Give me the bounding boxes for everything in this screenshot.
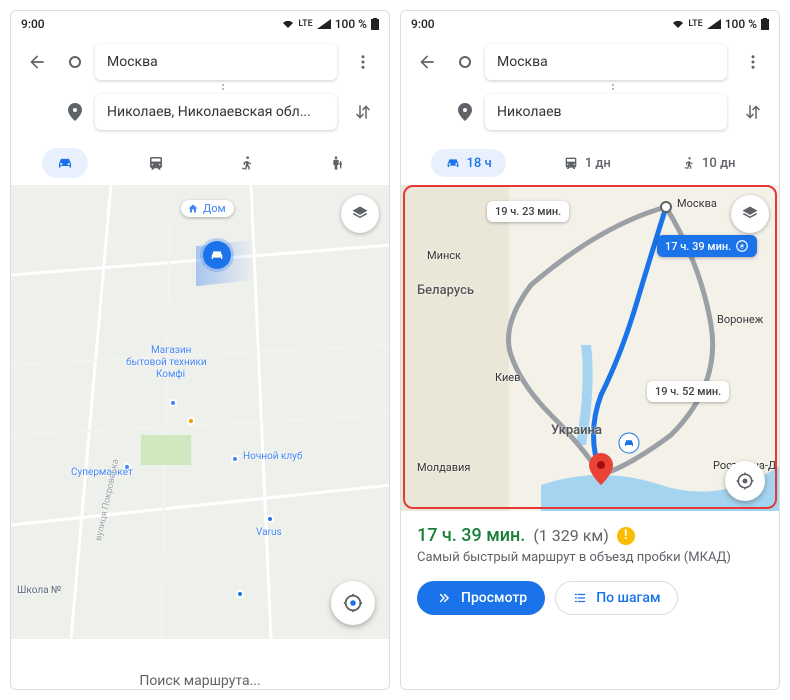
svg-text:₴: ₴ <box>740 242 744 250</box>
poi-dot[interactable] <box>187 417 195 425</box>
directions-header: Москва Николаев <box>401 37 779 141</box>
mode-drive[interactable] <box>42 148 88 178</box>
destination-marker-icon <box>453 103 477 121</box>
layers-button[interactable] <box>341 195 379 233</box>
poi-dot[interactable] <box>266 515 274 523</box>
mode-rideshare[interactable] <box>314 148 358 178</box>
status-icons: LTE 100 % <box>672 17 769 31</box>
status-time: 9:00 <box>21 17 45 31</box>
status-battery: 100 % <box>335 17 367 31</box>
city-label: Молдавия <box>417 461 470 474</box>
mode-walk[interactable] <box>225 148 269 178</box>
chevrons-icon <box>435 591 453 605</box>
swap-button[interactable] <box>735 103 771 121</box>
origin-input[interactable]: Москва <box>95 44 337 80</box>
poi-dot[interactable] <box>169 399 177 407</box>
toll-icon: ₴ <box>735 239 749 253</box>
layers-button[interactable] <box>731 195 769 233</box>
route-alt-label[interactable]: 19 ч. 52 мин. <box>647 381 729 402</box>
route-map-area[interactable]: Москва Минск Беларусь Киев Украина Молда… <box>401 185 779 511</box>
swap-button[interactable] <box>345 103 381 121</box>
status-bar: 9:00 LTE 100 % <box>401 11 779 37</box>
origin-input[interactable]: Москва <box>485 44 727 80</box>
sheet-distance: (1 329 км) <box>533 526 608 545</box>
city-label: Минск <box>427 249 461 262</box>
bottom-sheet[interactable]: 17 ч. 39 мин. (1 329 км) ! Самый быстрый… <box>401 511 779 629</box>
destination-input[interactable]: Николаев <box>485 94 727 130</box>
phone-left: 9:00 LTE 100 % Москва <box>10 10 390 690</box>
list-icon <box>572 591 588 605</box>
country-label: Беларусь <box>417 283 474 298</box>
mode-transit[interactable] <box>133 148 179 178</box>
warning-icon: ! <box>617 527 635 545</box>
poi-dot[interactable] <box>231 455 239 463</box>
status-bar: 9:00 LTE 100 % <box>11 11 389 37</box>
phone-right: 9:00 LTE 100 % Москва <box>400 10 780 690</box>
overflow-button[interactable] <box>345 53 381 71</box>
back-button[interactable] <box>19 52 55 72</box>
poi-dot[interactable] <box>236 590 244 598</box>
status-time: 9:00 <box>411 17 435 31</box>
searching-footer: Поиск маршрута... <box>11 639 389 690</box>
status-network: LTE <box>298 19 312 29</box>
preview-button[interactable]: Просмотр <box>417 581 545 615</box>
city-label: Воронеж <box>717 313 763 326</box>
destination-marker-icon <box>63 103 87 121</box>
mode-drive[interactable]: 18 ч <box>431 149 506 177</box>
current-location-pin[interactable] <box>203 241 231 269</box>
sheet-subtitle: Самый быстрый маршрут в объезд пробки (М… <box>417 550 763 567</box>
overflow-button[interactable] <box>735 53 771 71</box>
country-label: Украина <box>551 423 602 438</box>
origin-marker-icon <box>63 55 87 69</box>
route-connector-icon <box>17 83 383 91</box>
city-label: Москва <box>677 197 717 210</box>
city-label: Киев <box>495 371 520 384</box>
sheet-time: 17 ч. 39 мин. <box>417 525 525 546</box>
steps-button[interactable]: По шагам <box>555 581 677 615</box>
destination-input[interactable]: Николаев, Николаевская обл... <box>95 94 337 130</box>
mode-walk[interactable]: 10 дн <box>668 149 749 177</box>
travel-mode-tabs: 18 ч 1 дн 10 дн <box>401 141 779 185</box>
route-alt-label[interactable]: 19 ч. 23 мин. <box>487 201 569 222</box>
route-best-label[interactable]: 17 ч. 39 мин. ₴ <box>657 235 757 257</box>
route-connector-icon <box>407 83 773 91</box>
poi-dot[interactable] <box>123 463 131 471</box>
home-chip[interactable]: Дом <box>181 200 234 217</box>
my-location-button[interactable] <box>331 581 375 625</box>
map-area[interactable]: Дом Магазин бытовой техники Комфі Суперм… <box>11 185 389 639</box>
origin-marker-icon <box>453 55 477 69</box>
my-location-button[interactable] <box>725 461 765 501</box>
directions-header: Москва Николаев, Николаевская обл... <box>11 37 389 141</box>
mode-transit[interactable]: 1 дн <box>549 149 625 177</box>
status-icons: LTE 100 % <box>282 17 379 31</box>
travel-mode-tabs <box>11 141 389 185</box>
back-button[interactable] <box>409 52 445 72</box>
